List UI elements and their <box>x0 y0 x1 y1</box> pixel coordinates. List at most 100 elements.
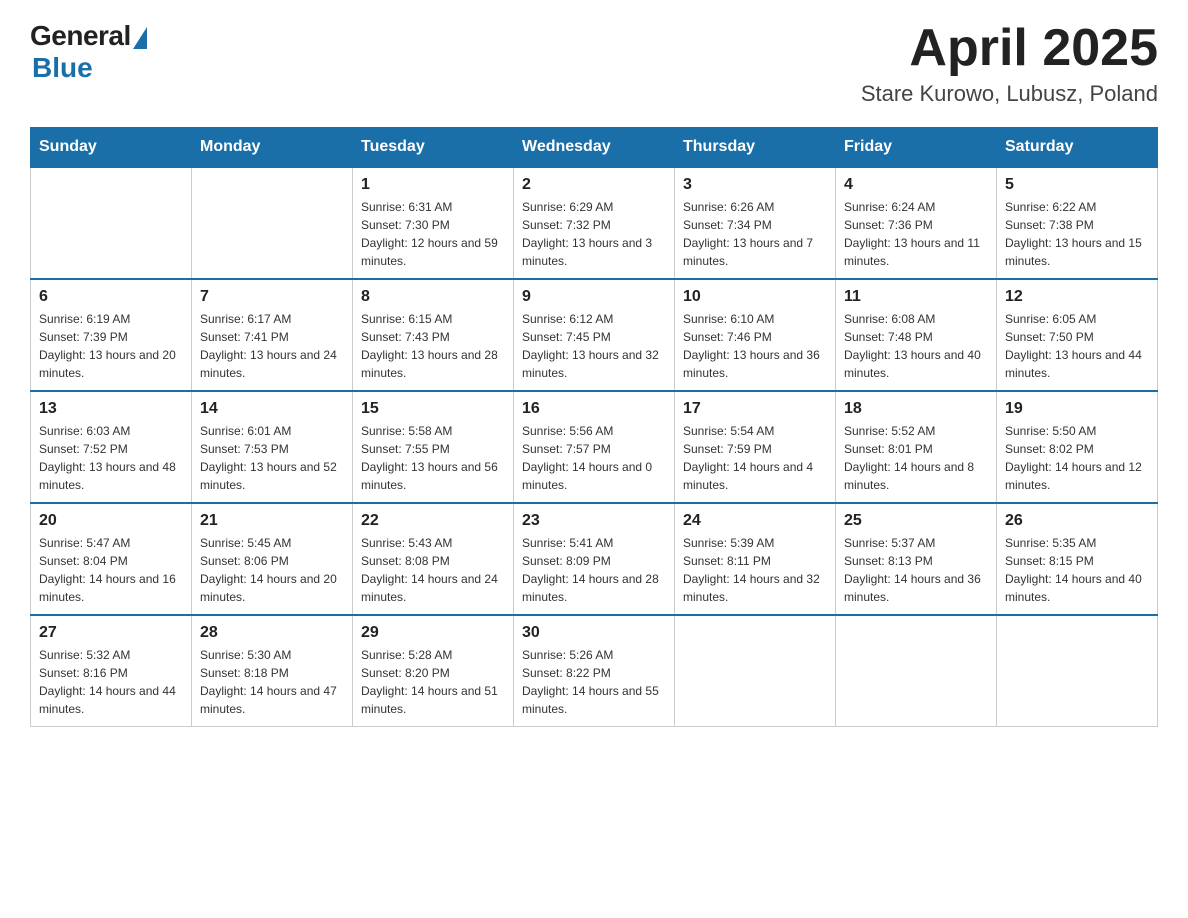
day-info: Sunrise: 6:05 AMSunset: 7:50 PMDaylight:… <box>1005 310 1149 382</box>
calendar-cell: 5 Sunrise: 6:22 AMSunset: 7:38 PMDaylight… <box>997 167 1158 279</box>
day-info: Sunrise: 6:12 AMSunset: 7:45 PMDaylight:… <box>522 310 666 382</box>
day-number: 10 <box>683 288 827 306</box>
day-info: Sunrise: 6:10 AMSunset: 7:46 PMDaylight:… <box>683 310 827 382</box>
day-info: Sunrise: 5:52 AMSunset: 8:01 PMDaylight:… <box>844 422 988 494</box>
day-number: 21 <box>200 512 344 530</box>
logo: General Blue <box>30 20 147 84</box>
day-number: 19 <box>1005 400 1149 418</box>
calendar-week-row: 1Sunrise: 6:31 AMSunset: 7:30 PMDaylight… <box>31 167 1158 279</box>
day-number: 22 <box>361 512 505 530</box>
calendar-day-header: Monday <box>192 128 353 168</box>
day-info: Sunrise: 5:28 AMSunset: 8:20 PMDaylight:… <box>361 646 505 718</box>
day-info: Sunrise: 5:30 AMSunset: 8:18 PMDaylight:… <box>200 646 344 718</box>
day-info: Sunrise: 5:56 AMSunset: 7:57 PMDaylight:… <box>522 422 666 494</box>
calendar-cell: 13 Sunrise: 6:03 AMSunset: 7:52 PMDayligh… <box>31 391 192 503</box>
day-info: Sunrise: 5:47 AMSunset: 8:04 PMDaylight:… <box>39 534 183 606</box>
day-number: 20 <box>39 512 183 530</box>
calendar-cell: 7 Sunrise: 6:17 AMSunset: 7:41 PMDaylight… <box>192 279 353 391</box>
calendar-cell: 30Sunrise: 5:26 AMSunset: 8:22 PMDayligh… <box>514 615 675 727</box>
title-block: April 2025 Stare Kurowo, Lubusz, Poland <box>861 20 1158 107</box>
calendar-cell: 10 Sunrise: 6:10 AMSunset: 7:46 PMDayligh… <box>675 279 836 391</box>
calendar-location: Stare Kurowo, Lubusz, Poland <box>861 81 1158 107</box>
day-number: 13 <box>39 400 183 418</box>
day-number: 14 <box>200 400 344 418</box>
day-info: Sunrise: 5:32 AMSunset: 8:16 PMDaylight:… <box>39 646 183 718</box>
day-number: 9 <box>522 288 666 306</box>
calendar-cell: 26Sunrise: 5:35 AMSunset: 8:15 PMDayligh… <box>997 503 1158 615</box>
calendar-cell: 25 Sunrise: 5:37 AMSunset: 8:13 PMDayligh… <box>836 503 997 615</box>
calendar-day-header: Tuesday <box>353 128 514 168</box>
day-number: 23 <box>522 512 666 530</box>
page-header: General Blue April 2025 Stare Kurowo, Lu… <box>30 20 1158 107</box>
day-number: 26 <box>1005 512 1149 530</box>
day-info: Sunrise: 6:08 AMSunset: 7:48 PMDaylight:… <box>844 310 988 382</box>
day-number: 24 <box>683 512 827 530</box>
calendar-header-row: SundayMondayTuesdayWednesdayThursdayFrid… <box>31 128 1158 168</box>
calendar-day-header: Friday <box>836 128 997 168</box>
calendar-day-header: Wednesday <box>514 128 675 168</box>
calendar-cell: 3Sunrise: 6:26 AMSunset: 7:34 PMDaylight… <box>675 167 836 279</box>
calendar-week-row: 6 Sunrise: 6:19 AMSunset: 7:39 PMDaylight… <box>31 279 1158 391</box>
calendar-cell: 9 Sunrise: 6:12 AMSunset: 7:45 PMDaylight… <box>514 279 675 391</box>
calendar-week-row: 27 Sunrise: 5:32 AMSunset: 8:16 PMDayligh… <box>31 615 1158 727</box>
calendar-cell: 14 Sunrise: 6:01 AMSunset: 7:53 PMDayligh… <box>192 391 353 503</box>
calendar-cell: 23 Sunrise: 5:41 AMSunset: 8:09 PMDayligh… <box>514 503 675 615</box>
day-number: 27 <box>39 624 183 642</box>
day-info: Sunrise: 5:58 AMSunset: 7:55 PMDaylight:… <box>361 422 505 494</box>
day-number: 12 <box>1005 288 1149 306</box>
calendar-day-header: Sunday <box>31 128 192 168</box>
day-number: 11 <box>844 288 988 306</box>
day-info: Sunrise: 6:01 AMSunset: 7:53 PMDaylight:… <box>200 422 344 494</box>
calendar-cell: 20 Sunrise: 5:47 AMSunset: 8:04 PMDayligh… <box>31 503 192 615</box>
calendar-cell: 19Sunrise: 5:50 AMSunset: 8:02 PMDayligh… <box>997 391 1158 503</box>
logo-blue-text: Blue <box>32 52 93 84</box>
day-info: Sunrise: 5:43 AMSunset: 8:08 PMDaylight:… <box>361 534 505 606</box>
day-info: Sunrise: 5:41 AMSunset: 8:09 PMDaylight:… <box>522 534 666 606</box>
calendar-cell: 6 Sunrise: 6:19 AMSunset: 7:39 PMDaylight… <box>31 279 192 391</box>
day-number: 17 <box>683 400 827 418</box>
day-number: 28 <box>200 624 344 642</box>
calendar-title: April 2025 <box>861 20 1158 77</box>
calendar-cell <box>192 167 353 279</box>
calendar-cell <box>675 615 836 727</box>
calendar-cell: 15Sunrise: 5:58 AMSunset: 7:55 PMDayligh… <box>353 391 514 503</box>
day-number: 18 <box>844 400 988 418</box>
logo-general-text: General <box>30 20 131 52</box>
day-info: Sunrise: 5:26 AMSunset: 8:22 PMDaylight:… <box>522 646 666 718</box>
day-number: 16 <box>522 400 666 418</box>
calendar-cell: 16 Sunrise: 5:56 AMSunset: 7:57 PMDayligh… <box>514 391 675 503</box>
day-info: Sunrise: 6:26 AMSunset: 7:34 PMDaylight:… <box>683 198 827 270</box>
calendar-cell: 2 Sunrise: 6:29 AMSunset: 7:32 PMDaylight… <box>514 167 675 279</box>
calendar-cell: 4 Sunrise: 6:24 AMSunset: 7:36 PMDaylight… <box>836 167 997 279</box>
day-number: 25 <box>844 512 988 530</box>
day-info: Sunrise: 5:39 AMSunset: 8:11 PMDaylight:… <box>683 534 827 606</box>
day-info: Sunrise: 5:37 AMSunset: 8:13 PMDaylight:… <box>844 534 988 606</box>
day-info: Sunrise: 6:22 AMSunset: 7:38 PMDaylight:… <box>1005 198 1149 270</box>
day-number: 2 <box>522 176 666 194</box>
calendar-cell: 12 Sunrise: 6:05 AMSunset: 7:50 PMDayligh… <box>997 279 1158 391</box>
calendar-day-header: Saturday <box>997 128 1158 168</box>
day-number: 1 <box>361 176 505 194</box>
day-number: 29 <box>361 624 505 642</box>
day-number: 7 <box>200 288 344 306</box>
day-info: Sunrise: 5:45 AMSunset: 8:06 PMDaylight:… <box>200 534 344 606</box>
calendar-week-row: 13 Sunrise: 6:03 AMSunset: 7:52 PMDayligh… <box>31 391 1158 503</box>
calendar-cell: 29 Sunrise: 5:28 AMSunset: 8:20 PMDayligh… <box>353 615 514 727</box>
calendar-cell: 18 Sunrise: 5:52 AMSunset: 8:01 PMDayligh… <box>836 391 997 503</box>
calendar-table: SundayMondayTuesdayWednesdayThursdayFrid… <box>30 127 1158 727</box>
calendar-week-row: 20 Sunrise: 5:47 AMSunset: 8:04 PMDayligh… <box>31 503 1158 615</box>
calendar-cell: 28 Sunrise: 5:30 AMSunset: 8:18 PMDayligh… <box>192 615 353 727</box>
day-info: Sunrise: 6:17 AMSunset: 7:41 PMDaylight:… <box>200 310 344 382</box>
day-number: 4 <box>844 176 988 194</box>
day-number: 5 <box>1005 176 1149 194</box>
calendar-cell: 22 Sunrise: 5:43 AMSunset: 8:08 PMDayligh… <box>353 503 514 615</box>
calendar-cell: 8Sunrise: 6:15 AMSunset: 7:43 PMDaylight… <box>353 279 514 391</box>
day-info: Sunrise: 6:29 AMSunset: 7:32 PMDaylight:… <box>522 198 666 270</box>
day-info: Sunrise: 6:03 AMSunset: 7:52 PMDaylight:… <box>39 422 183 494</box>
day-number: 6 <box>39 288 183 306</box>
calendar-day-header: Thursday <box>675 128 836 168</box>
day-number: 8 <box>361 288 505 306</box>
day-info: Sunrise: 6:19 AMSunset: 7:39 PMDaylight:… <box>39 310 183 382</box>
day-info: Sunrise: 6:24 AMSunset: 7:36 PMDaylight:… <box>844 198 988 270</box>
calendar-cell <box>31 167 192 279</box>
